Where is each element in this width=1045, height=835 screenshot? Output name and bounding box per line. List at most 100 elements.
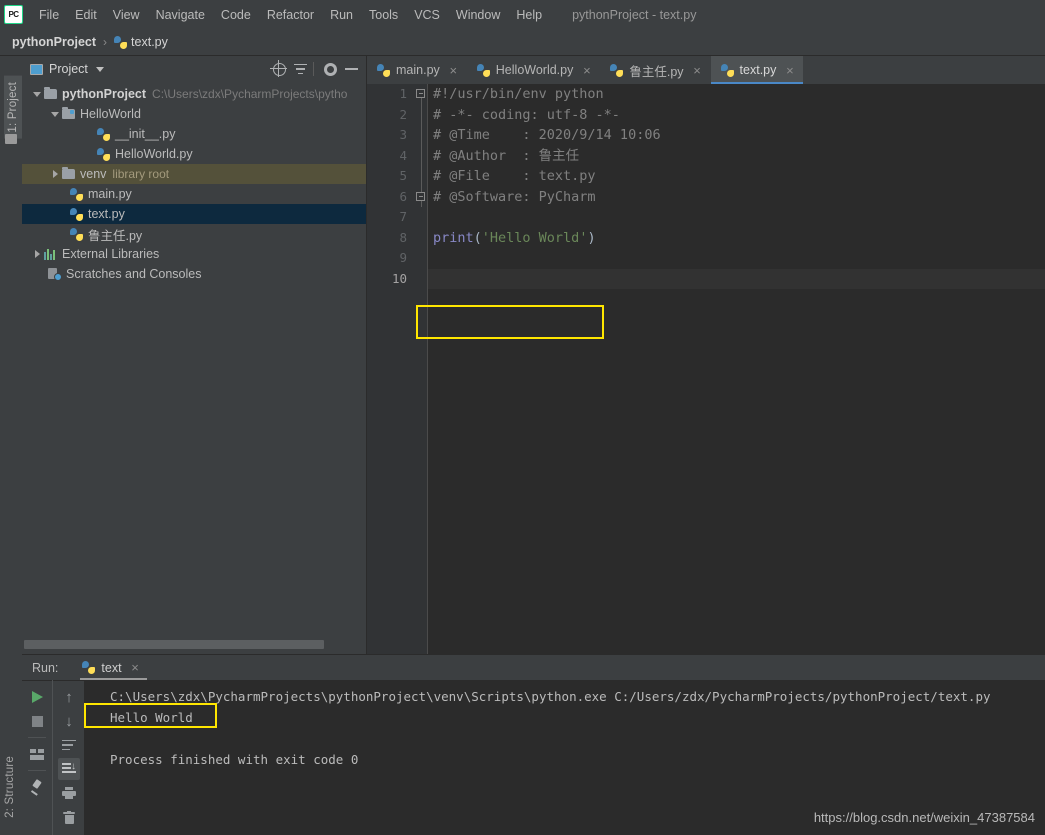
tree-row-init-py[interactable]: __init__.py: [22, 124, 366, 144]
run-tab-text[interactable]: text ×: [80, 655, 147, 680]
tree-row-venv[interactable]: venv library root: [22, 164, 366, 184]
editor-tab-main-py[interactable]: main.py ×: [367, 56, 467, 84]
tab-label: HelloWorld.py: [495, 63, 574, 77]
chevron-right-icon[interactable]: [30, 250, 44, 258]
minimize-icon[interactable]: [342, 60, 360, 78]
arrow-down-icon[interactable]: ↓: [58, 710, 80, 732]
tree-row-helloworld-py[interactable]: HelloWorld.py: [22, 144, 366, 164]
scrollbar-thumb[interactable]: [24, 640, 324, 649]
menu-edit[interactable]: Edit: [67, 5, 105, 25]
menu-navigate[interactable]: Navigate: [148, 5, 213, 25]
python-file-icon: [114, 35, 128, 49]
python-file-icon: [720, 63, 734, 77]
tool-window-tab-structure[interactable]: 2: Structure: [4, 756, 16, 818]
project-panel-title[interactable]: Project: [49, 62, 88, 76]
tree-label: pythonProject: [62, 87, 147, 101]
stop-icon[interactable]: [26, 710, 48, 732]
run-tool-window: Run: text × ↑ ↓ ↓ C:\Users\zdx\PycharmPr…: [22, 654, 1045, 835]
code-token: (: [473, 229, 482, 246]
breadcrumb-file[interactable]: text.py: [131, 35, 168, 49]
code-fold-gutter[interactable]: [415, 84, 428, 654]
toolbar-divider: [313, 62, 314, 76]
line-number-gutter: 1 2 3 4 5 6 7 8 9 10: [367, 84, 415, 654]
toolbar-divider: [28, 770, 46, 771]
chevron-right-icon[interactable]: [48, 170, 62, 178]
line-number: 1: [399, 86, 407, 101]
menu-window[interactable]: Window: [448, 5, 508, 25]
close-icon[interactable]: ×: [130, 661, 141, 674]
tree-row-luzhuren-py[interactable]: 鲁主任.py: [22, 224, 366, 244]
code-editor[interactable]: 1 2 3 4 5 6 7 8 9 10 #!/usr/bin/env pyth…: [367, 84, 1045, 654]
tree-label: main.py: [88, 187, 132, 201]
left-tool-strip: 1: Project 2: Structure: [0, 56, 23, 835]
line-number: 7: [399, 209, 407, 224]
tree-sublabel: C:\Users\zdx\PycharmProjects\pytho: [152, 87, 348, 101]
code-token: ): [587, 229, 596, 246]
python-file-icon: [70, 227, 83, 241]
project-horizontal-scrollbar[interactable]: [24, 640, 340, 649]
tree-row-pythonproject[interactable]: pythonProject C:\Users\zdx\PycharmProjec…: [22, 84, 366, 104]
fold-toggle-icon[interactable]: [416, 89, 425, 98]
python-file-icon: [377, 63, 390, 77]
code-token-string: 'Hello World': [481, 229, 588, 246]
tool-window-tab-project[interactable]: 1: Project: [4, 76, 22, 139]
close-icon[interactable]: ×: [692, 64, 703, 77]
tab-label: 鲁主任.py: [629, 64, 684, 79]
menu-vcs[interactable]: VCS: [406, 5, 448, 25]
watermark-url: https://blog.csdn.net/weixin_47387584: [813, 810, 1035, 825]
trash-icon[interactable]: [58, 806, 80, 828]
run-play-icon[interactable]: [26, 686, 48, 708]
python-file-icon: [70, 187, 83, 201]
menu-tools[interactable]: Tools: [361, 5, 406, 25]
editor-tab-helloworld-py[interactable]: HelloWorld.py ×: [467, 56, 601, 84]
tree-label: __init__.py: [115, 127, 176, 141]
arrow-up-icon[interactable]: ↑: [58, 686, 80, 708]
pycharm-logo-icon: PC: [4, 5, 23, 24]
tree-label: HelloWorld: [80, 107, 141, 121]
menu-file[interactable]: File: [31, 5, 67, 25]
pin-icon[interactable]: [26, 776, 48, 798]
run-label: Run:: [32, 660, 59, 675]
tree-row-main-py[interactable]: main.py: [22, 184, 366, 204]
tree-row-helloworld[interactable]: HelloWorld: [22, 104, 366, 124]
soft-wrap-icon[interactable]: [58, 734, 80, 756]
python-file-icon: [476, 63, 490, 77]
editor-tab-text-py[interactable]: text.py ×: [710, 56, 804, 84]
menu-code[interactable]: Code: [213, 5, 259, 25]
project-panel-header: Project: [22, 56, 366, 82]
collapse-all-icon[interactable]: [291, 60, 309, 78]
menu-run[interactable]: Run: [322, 5, 361, 25]
tree-row-text-py[interactable]: text.py: [22, 204, 366, 224]
code-line-current: [428, 268, 1045, 289]
menu-view[interactable]: View: [105, 5, 148, 25]
layout-icon[interactable]: [26, 743, 48, 765]
locate-target-icon[interactable]: [270, 60, 288, 78]
close-icon[interactable]: ×: [581, 64, 592, 77]
scroll-to-end-icon[interactable]: ↓: [58, 758, 80, 780]
tree-row-external-libraries[interactable]: External Libraries: [22, 244, 366, 264]
menu-help[interactable]: Help: [508, 5, 550, 25]
print-icon[interactable]: [58, 782, 80, 804]
close-icon[interactable]: ×: [784, 64, 795, 77]
console-line-status: Process finished with exit code 0: [110, 752, 359, 767]
chevron-down-icon[interactable]: [48, 111, 62, 117]
editor-tab-luzhuren-py[interactable]: 鲁主任.py ×: [600, 56, 710, 84]
pycharm-window: PC File Edit View Navigate Code Refactor…: [0, 0, 1045, 835]
breadcrumb: pythonProject › text.py: [0, 29, 1045, 56]
tree-label: Scratches and Consoles: [66, 267, 202, 281]
breadcrumb-project[interactable]: pythonProject: [12, 35, 96, 49]
close-icon[interactable]: ×: [448, 64, 459, 77]
fold-toggle-icon[interactable]: [416, 192, 425, 201]
tab-label: text.py: [739, 63, 777, 77]
chevron-down-icon[interactable]: [95, 66, 104, 72]
line-number: 4: [399, 147, 407, 163]
tree-sublabel: library root: [112, 167, 170, 181]
editor-tab-bar: main.py × HelloWorld.py × 鲁主任.py × text.…: [367, 56, 1045, 85]
tree-row-scratches[interactable]: Scratches and Consoles: [22, 264, 366, 284]
settings-gear-icon[interactable]: [321, 60, 339, 78]
menu-refactor[interactable]: Refactor: [259, 5, 322, 25]
project-panel-icon: [30, 63, 43, 75]
python-file-icon: [97, 127, 110, 141]
chevron-down-icon[interactable]: [30, 91, 44, 97]
